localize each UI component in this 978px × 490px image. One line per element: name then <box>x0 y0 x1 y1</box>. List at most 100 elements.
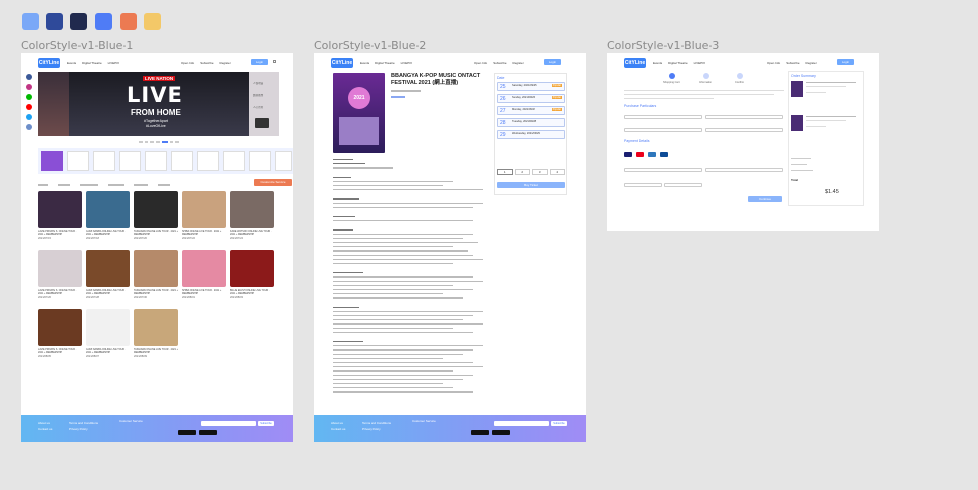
event-card-image[interactable] <box>86 250 130 287</box>
nav-item-digital-theatre[interactable]: Digital Theatre <box>82 61 101 65</box>
event-card-image[interactable] <box>134 309 178 346</box>
visa-icon[interactable] <box>624 152 632 157</box>
event-card[interactable]: GUMI NAMBA ONLINE LIVE TOUR · 2021 + MEM… <box>86 250 130 299</box>
share-icon[interactable] <box>26 124 32 130</box>
google-play-badge[interactable] <box>492 430 510 435</box>
cvv-field[interactable] <box>664 183 702 187</box>
event-card[interactable]: TAKIZAWA ONLINE LIVE TOUR · 2021 + MEMBE… <box>134 191 178 240</box>
event-card-image[interactable] <box>230 191 274 228</box>
date-option[interactable]: 26 Sunday, 2021/09/26 Popular <box>497 94 565 103</box>
footer-link[interactable]: Terms and Conditions <box>362 421 391 425</box>
event-poster[interactable]: 2021 <box>333 73 385 153</box>
qty-option[interactable]: 3 <box>532 169 548 175</box>
footer-link[interactable]: Privacy Policy <box>362 427 381 431</box>
footer-link[interactable]: Terms and Conditions <box>69 421 98 425</box>
partner-logo[interactable] <box>67 151 89 171</box>
event-card-image[interactable] <box>38 250 82 287</box>
partner-logo[interactable] <box>41 151 63 171</box>
twitter-icon[interactable] <box>26 114 32 120</box>
nav-item-events[interactable]: Events <box>360 61 369 65</box>
login-button[interactable]: Login <box>544 59 561 65</box>
partner-logo[interactable] <box>275 151 292 171</box>
nav-item-livepix[interactable]: LIVEPIX <box>401 61 412 65</box>
event-card-image[interactable] <box>86 191 130 228</box>
register-link[interactable]: Register <box>513 61 524 65</box>
line-icon[interactable] <box>26 94 32 100</box>
date-option[interactable]: 27 Monday, 2021/09/27 Popular <box>497 106 565 115</box>
footer-link[interactable]: About us <box>38 421 50 425</box>
footer-link[interactable]: Privacy Policy <box>69 427 88 431</box>
palette-swatch[interactable] <box>70 13 87 30</box>
nav-item-events[interactable]: Events <box>653 61 662 65</box>
event-card-image[interactable] <box>230 250 274 287</box>
continue-button[interactable]: Continue <box>748 196 782 202</box>
nav-item-events[interactable]: Events <box>67 61 76 65</box>
qty-option[interactable]: 2 <box>514 169 530 175</box>
customize-service-button[interactable]: Customize Service <box>254 179 292 186</box>
event-card[interactable]: TAKIZAWA ONLINE LIVE TOUR · 2021 + MEMBE… <box>134 309 178 358</box>
partner-logo[interactable] <box>171 151 193 171</box>
subscribe-input[interactable] <box>494 421 549 426</box>
subscribe-link[interactable]: Subscribe <box>200 61 213 65</box>
phone-field[interactable] <box>705 115 783 119</box>
event-card-image[interactable] <box>38 191 82 228</box>
palette-swatch[interactable] <box>144 13 161 30</box>
buy-ticket-button[interactable]: Buy Ticket <box>497 182 565 188</box>
card-number-field[interactable] <box>624 168 702 172</box>
open-info-link[interactable]: Open Info <box>474 61 487 65</box>
palette-swatch[interactable] <box>22 13 39 30</box>
open-info-link[interactable]: Open Info <box>767 61 780 65</box>
unionpay-icon[interactable] <box>660 152 668 157</box>
login-button[interactable]: Login <box>837 59 854 65</box>
partner-logo[interactable] <box>145 151 167 171</box>
partner-logo[interactable] <box>197 151 219 171</box>
event-card-image[interactable] <box>134 250 178 287</box>
hero-banner[interactable]: LIVE NATION LIVE FROM HOME #TogetherApar… <box>69 72 249 136</box>
instagram-icon[interactable] <box>26 84 32 90</box>
card-holder-field[interactable] <box>705 168 783 172</box>
mastercard-icon[interactable] <box>636 152 644 157</box>
menu-icon[interactable] <box>273 60 276 63</box>
event-card-image[interactable] <box>182 191 226 228</box>
register-link[interactable]: Register <box>806 61 817 65</box>
frame-label[interactable]: ColorStyle-v1-Blue-2 <box>314 39 426 52</box>
facebook-icon[interactable] <box>26 74 32 80</box>
app-store-badge[interactable] <box>471 430 489 435</box>
site-logo[interactable]: CitYLine <box>38 58 60 68</box>
event-card-image[interactable] <box>86 309 130 346</box>
youtube-icon[interactable] <box>26 104 32 110</box>
register-link[interactable]: Register <box>220 61 231 65</box>
date-option[interactable]: 25 Saturday, 2021/09/25 Popular <box>497 82 565 91</box>
name-field[interactable] <box>624 115 702 119</box>
palette-swatch[interactable] <box>95 13 112 30</box>
hero-thumb-right[interactable]: 人傑地靈 數碼娛樂 人心所向 <box>249 72 279 136</box>
event-card[interactable]: SHIBA ONLINE LIVE TOUR · 2021 + MEMBERSH… <box>182 250 226 299</box>
footer-link[interactable]: Customer Service <box>412 419 436 423</box>
footer-link[interactable]: Contact us <box>331 427 345 431</box>
event-card[interactable]: BILLIE EILISH ONLINE LIVE TOUR · 2021 + … <box>230 250 274 299</box>
qty-option[interactable]: 4 <box>549 169 565 175</box>
subscribe-link[interactable]: Subscribe <box>786 61 799 65</box>
event-card[interactable]: GUMI NAMBA ONLINE LIVE TOUR · 2021 + MEM… <box>86 309 130 358</box>
nav-item-livepix[interactable]: LIVEPIX <box>108 61 119 65</box>
event-card[interactable]: KADE WATSON ONLINE LIVE TOUR · 2021 + ME… <box>230 191 274 240</box>
expiry-field[interactable] <box>624 183 662 187</box>
nav-item-digital-theatre[interactable]: Digital Theatre <box>668 61 687 65</box>
event-card[interactable]: LAVIE PRIVATE S. ONLINE TOUR · 2021 + ME… <box>38 309 82 358</box>
frame-blue-2[interactable]: CitYLine Events Digital Theatre LIVEPIX Op… <box>314 53 586 442</box>
app-store-badge[interactable] <box>178 430 196 435</box>
share-link[interactable] <box>391 96 405 98</box>
frame-blue-3[interactable]: CitYLine Events Digital Theatre LIVEPIX Op… <box>607 53 879 231</box>
event-card-image[interactable] <box>182 250 226 287</box>
footer-link[interactable]: Contact us <box>38 427 52 431</box>
event-card-image[interactable] <box>134 191 178 228</box>
country-select[interactable] <box>624 128 702 132</box>
frame-label[interactable]: ColorStyle-v1-Blue-1 <box>21 39 133 52</box>
partner-logo[interactable] <box>223 151 245 171</box>
subscribe-button[interactable]: Subscribe <box>551 421 567 426</box>
frame-blue-1[interactable]: CitYLine Events Digital Theatre LIVEPIX Op… <box>21 53 293 442</box>
subscribe-link[interactable]: Subscribe <box>493 61 506 65</box>
date-option[interactable]: 28 Tuesday, 2021/09/28 <box>497 118 565 127</box>
footer-link[interactable]: About us <box>331 421 343 425</box>
partner-logo[interactable] <box>249 151 271 171</box>
